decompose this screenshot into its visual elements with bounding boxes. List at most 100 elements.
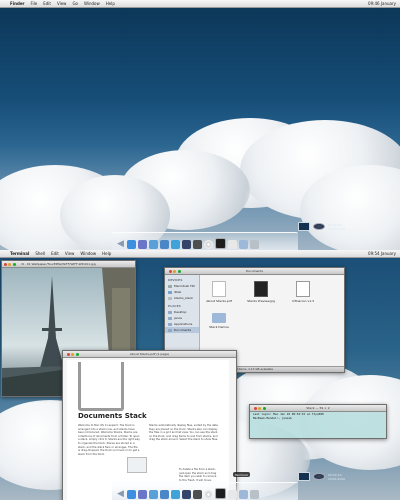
arrow-icon[interactable]: ◀ bbox=[116, 490, 125, 499]
menu-app-name[interactable]: Finder bbox=[10, 1, 25, 6]
file-item[interactable]: Infinacion v1.3 bbox=[288, 281, 318, 303]
minimize-button[interactable] bbox=[71, 352, 74, 356]
dvd-icon[interactable] bbox=[204, 240, 213, 249]
sidebar-item-label: Documents bbox=[174, 328, 192, 332]
terminal-icon[interactable] bbox=[215, 238, 226, 249]
sidebar-item-stacks-stack[interactable]: stacks_stack bbox=[165, 295, 199, 301]
volume-icon bbox=[168, 296, 172, 300]
preview-icon[interactable] bbox=[228, 240, 237, 249]
menu-file[interactable]: File bbox=[31, 1, 38, 6]
close-button[interactable] bbox=[168, 269, 172, 273]
menu-clock[interactable]: 09:46 January bbox=[368, 1, 396, 6]
sidebar-item-label: Macintosh HD bbox=[174, 284, 195, 288]
system-widget: 09:46:35 10/01/2010 bbox=[298, 222, 345, 231]
pdf-window-titlebar[interactable]: About Stacks.pdf (1 page) bbox=[63, 351, 236, 358]
finder-window-titlebar[interactable]: Documents bbox=[165, 268, 344, 275]
widget-date: 10/01/2010 bbox=[328, 476, 346, 481]
photo-icon[interactable] bbox=[160, 240, 169, 249]
zoom-button[interactable] bbox=[177, 269, 181, 273]
menu-view[interactable]: View bbox=[65, 251, 75, 256]
file-name: Stacks Preview.jpg bbox=[247, 299, 275, 303]
menu-edit[interactable]: Edit bbox=[43, 1, 51, 6]
terminal-window-title: Stack — 59 × 2 bbox=[306, 406, 330, 410]
trash-icon[interactable] bbox=[250, 240, 259, 249]
dock: ◀ bbox=[112, 232, 298, 250]
menu-app-name[interactable]: Terminal bbox=[10, 251, 29, 256]
desktop-top: Finder File Edit View Go Window Help 09:… bbox=[0, 0, 400, 250]
terminal-icon[interactable] bbox=[215, 488, 226, 499]
file-name: About Stacks.pdf bbox=[206, 299, 232, 303]
utility-icon[interactable] bbox=[138, 240, 147, 249]
photo-icon[interactable] bbox=[160, 490, 169, 499]
folder-icon bbox=[212, 313, 226, 323]
photo-window-titlebar[interactable]: N - 01 Wallpaper/TourEiffel/WiFF/WiFF-WP… bbox=[2, 261, 135, 268]
dvd-icon[interactable] bbox=[204, 490, 213, 499]
file-item[interactable]: About Stacks.pdf bbox=[204, 281, 234, 303]
menu-view[interactable]: View bbox=[57, 1, 67, 6]
app-icon[interactable] bbox=[182, 240, 191, 249]
widget-date: 10/01/2010 bbox=[328, 226, 346, 231]
terminal-window-titlebar[interactable]: Stack — 59 × 2 bbox=[250, 405, 386, 412]
disk-icon bbox=[168, 284, 172, 288]
arrow-icon[interactable]: ◀ bbox=[116, 240, 125, 249]
disk-icon bbox=[313, 223, 325, 230]
sidebar-item-label: janos bbox=[174, 316, 182, 320]
menu-window[interactable]: Window bbox=[80, 251, 96, 256]
itunes-icon[interactable] bbox=[171, 490, 180, 499]
app-icon[interactable] bbox=[182, 490, 191, 499]
menu-bar: Terminal Shell Edit View Window Help 09:… bbox=[0, 250, 400, 258]
camera-icon[interactable] bbox=[193, 490, 202, 499]
finder-window-title: Documents bbox=[245, 269, 264, 273]
camera-icon[interactable] bbox=[193, 240, 202, 249]
zoom-button[interactable] bbox=[75, 352, 79, 356]
pdf-icon bbox=[212, 281, 226, 297]
menu-edit[interactable]: Edit bbox=[51, 251, 59, 256]
monitor-icon bbox=[298, 472, 310, 481]
file-name: Stack Demos bbox=[209, 325, 229, 329]
menu-clock[interactable]: 09:54 January bbox=[368, 251, 396, 256]
minimize-button[interactable] bbox=[8, 262, 11, 266]
menu-help[interactable]: Help bbox=[102, 251, 111, 256]
pdf-left-column: Welcome to Mac OS X Leopard. The Dock is… bbox=[78, 424, 140, 456]
utility-icon[interactable] bbox=[138, 490, 147, 499]
close-button[interactable] bbox=[3, 262, 7, 266]
documents-icon bbox=[168, 328, 172, 332]
sidebar-item-label: iDisk bbox=[174, 290, 182, 294]
minimize-button[interactable] bbox=[173, 269, 176, 273]
sidebar-item-label: stacks_stack bbox=[174, 296, 193, 300]
pdf-window: About Stacks.pdf (1 page) Documents Stac… bbox=[62, 350, 237, 500]
finder-icon[interactable] bbox=[127, 240, 136, 249]
monitor-icon bbox=[298, 222, 310, 231]
sidebar-item-documents[interactable]: Documents bbox=[165, 327, 199, 333]
file-item[interactable]: Stacks Preview.jpg bbox=[246, 281, 276, 303]
itunes-icon[interactable] bbox=[171, 240, 180, 249]
system-widget: 09:54:10 10/01/2010 bbox=[298, 472, 345, 481]
menu-window[interactable]: Window bbox=[84, 1, 100, 6]
minimize-button[interactable] bbox=[258, 406, 261, 410]
dock: ◀ bbox=[112, 482, 298, 500]
zoom-button[interactable] bbox=[12, 262, 16, 266]
finder-icon[interactable] bbox=[127, 490, 136, 499]
menu-go[interactable]: Go bbox=[72, 1, 78, 6]
folder-icon[interactable] bbox=[239, 240, 248, 249]
preview-icon[interactable] bbox=[228, 490, 237, 499]
menu-help[interactable]: Help bbox=[106, 1, 115, 6]
file-item[interactable]: Stack Demos bbox=[204, 313, 234, 329]
close-button[interactable] bbox=[253, 406, 257, 410]
menu-shell[interactable]: Shell bbox=[35, 251, 45, 256]
pdf-page: Documents Stack Welcome to Mac OS X Leop… bbox=[67, 360, 229, 500]
mail-icon[interactable] bbox=[149, 490, 158, 499]
terminal-prompt: MacBook-Mendel:~ janos$ bbox=[253, 415, 292, 420]
close-button[interactable] bbox=[66, 352, 70, 356]
terminal-content[interactable]: Last login: Mon Jan 10 09:52:15 on ttys0… bbox=[250, 412, 386, 421]
zoom-button[interactable] bbox=[262, 406, 266, 410]
trash-icon[interactable] bbox=[250, 490, 259, 499]
stack-illustration bbox=[127, 457, 147, 473]
desktop-icon bbox=[168, 310, 172, 314]
menu-bar: Finder File Edit View Go Window Help 09:… bbox=[0, 0, 400, 8]
sidebar-item-label: Applications bbox=[174, 322, 193, 326]
desktop-bottom: Terminal Shell Edit View Window Help 09:… bbox=[0, 250, 400, 500]
folder-icon[interactable] bbox=[239, 490, 248, 499]
pdf-right-column: Stacks automatically display files, sort… bbox=[149, 424, 219, 442]
mail-icon[interactable] bbox=[149, 240, 158, 249]
